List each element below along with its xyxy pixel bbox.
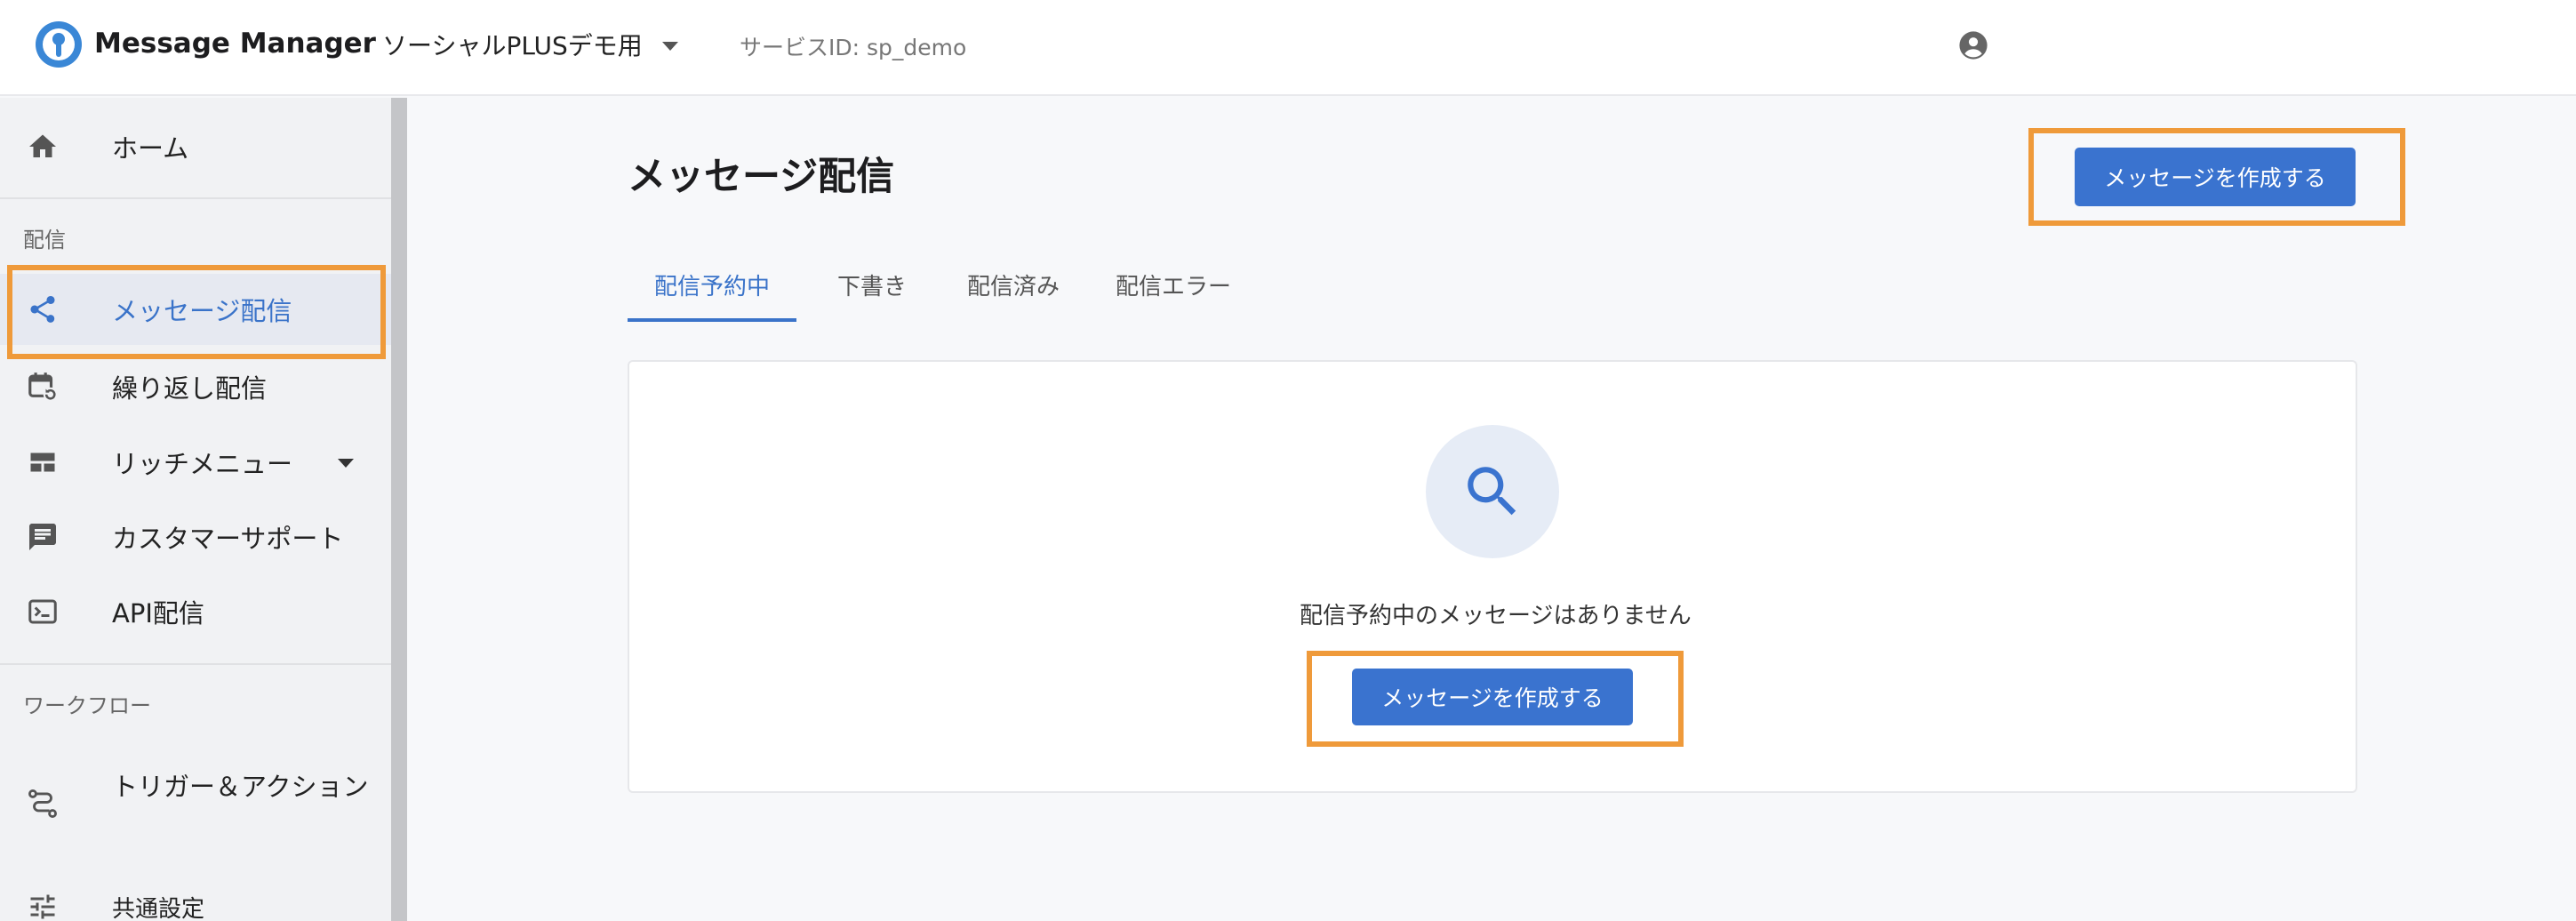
sidebar-item-customer-support[interactable]: カスタマーサポート — [0, 501, 391, 573]
sidebar-item-label: 繰り返し配信 — [112, 373, 268, 404]
tab-delivered[interactable]: 配信済み — [951, 258, 1076, 322]
sliders-icon — [25, 889, 60, 921]
sidebar-item-common-settings[interactable]: 共通設定 — [0, 880, 391, 921]
account-name: ソーシャルPLUSデモ用 — [382, 31, 643, 60]
calendar-repeat-icon — [25, 369, 60, 404]
section-label-workflow: ワークフロー — [23, 693, 151, 718]
route-icon — [25, 786, 60, 821]
sidebar-item-home[interactable]: ホーム — [0, 111, 391, 182]
search-icon — [1468, 467, 1516, 516]
page-title: メッセージ配信 — [628, 155, 895, 199]
section-label-delivery: 配信 — [23, 228, 66, 252]
app-name: Message Manager — [94, 28, 376, 60]
sidebar-item-label: ホーム — [112, 133, 189, 164]
empty-state-message: 配信予約中のメッセージはありません — [1300, 603, 1692, 629]
create-message-button-empty-state[interactable]: メッセージを作成する — [1352, 669, 1633, 725]
chat-icon — [25, 519, 60, 555]
sidebar-item-label: 共通設定 — [112, 896, 205, 921]
app-logo-icon — [36, 21, 82, 68]
sidebar-item-label: リッチメニュー — [112, 449, 293, 479]
tab-scheduled[interactable]: 配信予約中 — [628, 258, 796, 322]
chevron-down-icon — [661, 42, 678, 51]
tab-delivery-error[interactable]: 配信エラー — [1102, 258, 1244, 322]
tab-draft[interactable]: 下書き — [823, 258, 921, 322]
top-header: Message Manager ソーシャルPLUSデモ用 サービスID: sp_… — [0, 0, 2576, 96]
sidebar-item-label: トリガー＆アクション — [112, 772, 369, 802]
create-message-button-header[interactable]: メッセージを作成する — [2075, 148, 2356, 206]
sidebar-divider — [0, 663, 391, 665]
sidebar-item-rich-menu[interactable]: リッチメニュー — [0, 427, 391, 498]
sidebar-item-recurring-delivery[interactable]: 繰り返し配信 — [0, 351, 391, 422]
service-id: サービスID: sp_demo — [740, 35, 967, 60]
chevron-down-icon[interactable] — [338, 459, 354, 468]
sidebar-item-message-delivery[interactable]: メッセージ配信 — [0, 274, 391, 345]
sidebar-item-label: カスタマーサポート — [112, 524, 344, 554]
layout-icon — [25, 444, 60, 480]
sidebar-item-trigger-action[interactable]: トリガー＆アクション — [0, 747, 391, 862]
share-icon — [25, 292, 60, 327]
sidebar-item-label: API配信 — [112, 598, 204, 629]
sidebar-scrollbar[interactable] — [391, 98, 407, 921]
sidebar-item-api-delivery[interactable]: API配信 — [0, 576, 391, 647]
sidebar-divider — [0, 197, 391, 199]
empty-state-illustration — [1426, 425, 1559, 558]
sidebar-item-label: メッセージ配信 — [112, 296, 292, 326]
sidebar: ホーム 配信 メッセージ配信 繰り返し配信 リッチメニュー カスタマーサポート … — [0, 98, 391, 921]
terminal-icon — [25, 594, 60, 629]
account-selector[interactable]: ソーシャルPLUSデモ用 — [382, 25, 678, 64]
user-avatar-icon[interactable] — [1958, 30, 1988, 60]
home-icon — [25, 129, 60, 164]
